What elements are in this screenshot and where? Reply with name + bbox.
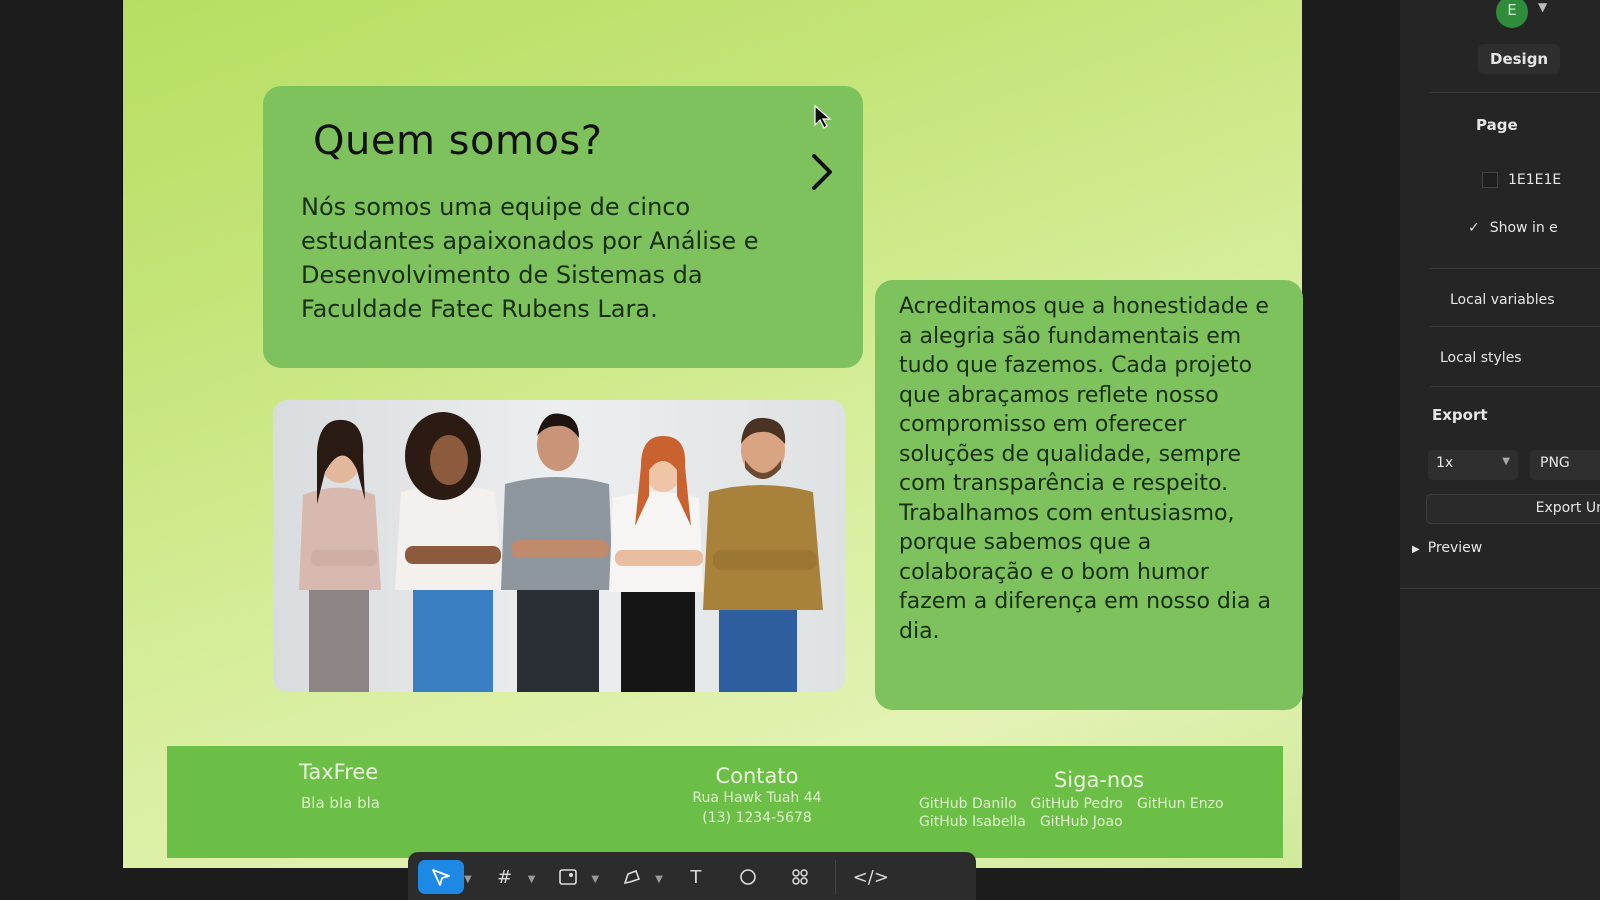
person-3 — [501, 413, 613, 692]
social-link[interactable]: GitHub Pedro — [1031, 796, 1123, 812]
preview-toggle[interactable]: ▶ Preview — [1412, 540, 1482, 556]
caret-right-icon[interactable]: ▶ — [1412, 544, 1420, 555]
show-in-exports-row[interactable]: ✓ Show in e — [1468, 220, 1558, 236]
show-in-exports-label: Show in e — [1489, 220, 1558, 236]
footer-contact-address: Rua Hawk Tuah 44 — [692, 790, 822, 806]
divider — [1400, 588, 1600, 589]
footer-brand: TaxFree — [299, 760, 379, 784]
divider — [1430, 268, 1600, 269]
pen-tool-icon[interactable] — [609, 860, 655, 894]
about-description: Nós somos uma equipe de cinco estudantes… — [301, 193, 759, 323]
chevron-down-icon[interactable]: ▼ — [655, 860, 663, 885]
frame-tool-icon[interactable]: # — [482, 860, 528, 894]
checkbox-check-icon[interactable]: ✓ — [1468, 220, 1480, 236]
actions-tool-icon[interactable] — [777, 860, 823, 894]
text-tool-icon[interactable]: T — [673, 860, 719, 894]
design-panel: E ▼ Design Page 1E1E1E ✓ Show in e Local … — [1400, 0, 1600, 900]
divider — [1430, 386, 1600, 387]
footer-contact-title: Contato — [715, 764, 799, 788]
values-card[interactable]: Acreditamos que a honestidade e a alegri… — [875, 280, 1303, 710]
page-color-value[interactable]: 1E1E1E — [1508, 172, 1561, 188]
footer-contact: Contato Rua Hawk Tuah 44 (13) 1234-5678 — [667, 764, 847, 828]
image-tool-icon[interactable] — [545, 860, 591, 894]
tab-design[interactable]: Design — [1478, 44, 1561, 74]
about-title: Quem somos? — [313, 118, 603, 164]
user-avatar[interactable]: E — [1496, 0, 1528, 28]
chevron-right-icon[interactable] — [809, 152, 835, 192]
social-link[interactable]: GitHub Danilo — [919, 796, 1017, 812]
team-illustration — [299, 412, 823, 692]
comment-tool-icon[interactable] — [725, 860, 771, 894]
footer-brand-tagline: Bla bla bla — [301, 794, 380, 812]
preview-label: Preview — [1427, 540, 1483, 556]
export-format-value: PNG — [1540, 455, 1570, 471]
divider — [1430, 92, 1600, 93]
person-5 — [703, 417, 823, 692]
person-2 — [395, 412, 503, 692]
footer-social-links: GitHub Danilo GitHub Pedro GitHun Enzo G… — [919, 796, 1279, 830]
footer-social: Siga-nos GitHub Danilo GitHub Pedro GitH… — [919, 768, 1279, 830]
footer: TaxFree Bla bla bla Contato Rua Hawk Tua… — [167, 746, 1283, 858]
export-scale-value: 1x — [1436, 455, 1454, 471]
move-tool-icon[interactable] — [418, 860, 464, 894]
export-section-title: Export — [1432, 406, 1488, 424]
bottom-toolbar: ▼ # ▼ ▼ ▼ T </> — [408, 852, 976, 900]
export-scale-select[interactable]: 1x ▼ — [1428, 450, 1518, 480]
export-format-select[interactable]: PNG — [1530, 450, 1600, 480]
values-description: Acreditamos que a honestidade e a alegri… — [899, 294, 1271, 644]
team-photo — [273, 400, 845, 692]
chevron-down-icon: ▼ — [1502, 456, 1510, 467]
divider — [1430, 326, 1600, 327]
chevron-down-icon[interactable]: ▼ — [591, 860, 599, 885]
person-4 — [609, 436, 703, 692]
footer-contact-phone: (13) 1234-5678 — [702, 810, 812, 826]
page-color-field[interactable]: 1E1E1E — [1482, 172, 1561, 188]
local-variables-button[interactable]: Local variables — [1450, 292, 1555, 308]
design-canvas[interactable]: Quem somos? Nós somos uma equipe de cinc… — [122, 0, 1303, 868]
mouse-cursor-icon — [814, 104, 832, 129]
about-card[interactable]: Quem somos? Nós somos uma equipe de cinc… — [263, 86, 863, 368]
footer-social-title: Siga-nos — [1053, 768, 1145, 792]
social-link[interactable]: GitHub Isabella — [919, 814, 1026, 830]
chevron-down-icon[interactable]: ▼ — [464, 860, 472, 885]
color-swatch[interactable] — [1482, 172, 1498, 188]
social-link[interactable]: GitHun Enzo — [1137, 796, 1224, 812]
person-1 — [299, 419, 381, 692]
chevron-down-icon[interactable]: ▼ — [528, 860, 536, 885]
dev-mode-tool-icon[interactable]: </> — [848, 860, 894, 894]
social-link[interactable]: GitHub Joao — [1040, 814, 1123, 830]
local-styles-button[interactable]: Local styles — [1440, 350, 1522, 366]
chevron-down-icon[interactable]: ▼ — [1538, 0, 1547, 14]
toolbar-divider — [834, 860, 836, 894]
page-section-title: Page — [1476, 116, 1518, 134]
export-button[interactable]: Export Un — [1426, 494, 1600, 524]
